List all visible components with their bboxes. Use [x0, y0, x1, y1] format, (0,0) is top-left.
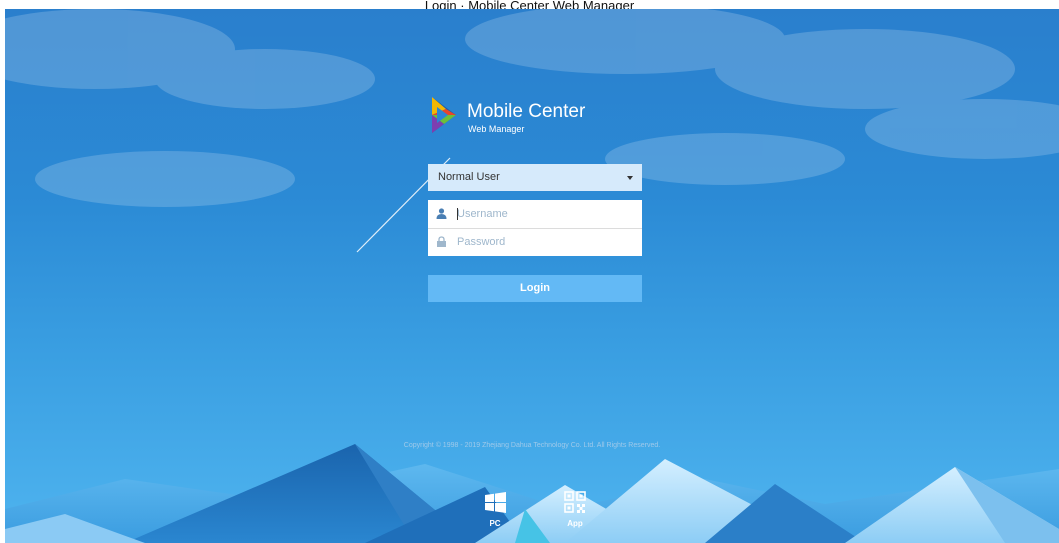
credentials-box: [428, 200, 642, 256]
password-row: [428, 228, 642, 256]
brand-title: Mobile Center: [467, 101, 586, 122]
chevron-down-icon: [627, 176, 633, 180]
user-type-select[interactable]: Normal User: [428, 164, 642, 191]
login-background: Mobile Center Web Manager Normal User Lo…: [5, 9, 1059, 543]
platform-app[interactable]: App: [555, 491, 595, 528]
user-icon: [436, 208, 447, 219]
windows-icon: [485, 492, 506, 513]
user-type-value: Normal User: [438, 171, 500, 183]
brand-subtitle: Web Manager: [468, 124, 525, 134]
text-cursor: [457, 208, 458, 220]
copyright-text: Copyright © 1998 - 2019 Zhejiang Dahua T…: [403, 442, 661, 449]
platform-pc[interactable]: PC: [475, 491, 515, 528]
brand-logo: Mobile Center Web Manager: [428, 95, 628, 139]
password-input[interactable]: [457, 232, 635, 252]
platform-app-label: App: [567, 519, 583, 528]
platform-pc-label: PC: [489, 519, 501, 528]
qr-code-icon: [564, 491, 586, 513]
username-row: [428, 200, 642, 229]
lock-icon: [437, 236, 446, 247]
logo-icon: [432, 97, 456, 133]
login-button[interactable]: Login: [428, 275, 642, 302]
username-input[interactable]: [457, 204, 635, 224]
